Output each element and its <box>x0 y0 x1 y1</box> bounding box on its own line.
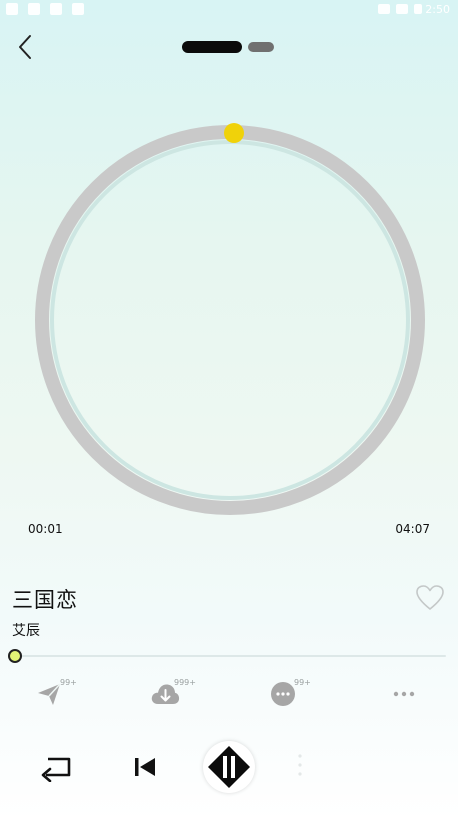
previous-track-button[interactable] <box>130 753 160 781</box>
repeat-mode-button[interactable] <box>38 752 76 783</box>
play-pause-button[interactable] <box>203 741 255 793</box>
playback-progress-slider[interactable] <box>6 648 450 664</box>
progress-track <box>14 655 446 657</box>
circular-progress-dial[interactable] <box>30 120 430 520</box>
dial-progress-thumb[interactable] <box>224 123 244 143</box>
faint-dots-decoration <box>298 754 302 776</box>
download-button[interactable]: 999+ <box>146 678 196 712</box>
notification-icon <box>28 3 40 15</box>
status-bar: 2:50 <box>0 0 458 22</box>
chevron-left-icon <box>19 35 31 59</box>
battery-icon <box>414 4 422 14</box>
wifi-icon <box>378 4 390 14</box>
more-button[interactable] <box>384 678 432 712</box>
song-title: 三国恋 <box>12 588 78 612</box>
artist-name[interactable]: 艾辰 <box>12 620 40 640</box>
page-indicator-inactive[interactable] <box>248 42 274 52</box>
comment-button[interactable]: 99+ <box>266 678 314 712</box>
share-button[interactable]: 99+ <box>32 678 80 712</box>
heart-icon <box>416 585 444 610</box>
share-count: 99+ <box>60 678 77 687</box>
page-indicator-active[interactable] <box>182 41 242 53</box>
more-icon <box>393 691 415 697</box>
notification-icon <box>50 3 62 15</box>
notification-icon <box>72 3 84 15</box>
comment-count: 99+ <box>294 678 311 687</box>
signal-icon <box>396 4 408 14</box>
dial-inner-ring <box>50 140 410 500</box>
skip-previous-icon <box>135 758 155 776</box>
repeat-icon <box>41 757 71 783</box>
total-time: 04:07 <box>395 522 430 536</box>
dial-ring <box>35 125 425 515</box>
status-time: 2:50 <box>425 3 450 16</box>
download-count: 999+ <box>174 678 196 687</box>
favorite-button[interactable] <box>414 582 446 614</box>
progress-thumb[interactable] <box>8 649 22 663</box>
current-time: 00:01 <box>28 522 63 536</box>
pause-icon <box>208 746 250 788</box>
back-button[interactable] <box>12 30 40 64</box>
notification-icon <box>6 3 18 15</box>
